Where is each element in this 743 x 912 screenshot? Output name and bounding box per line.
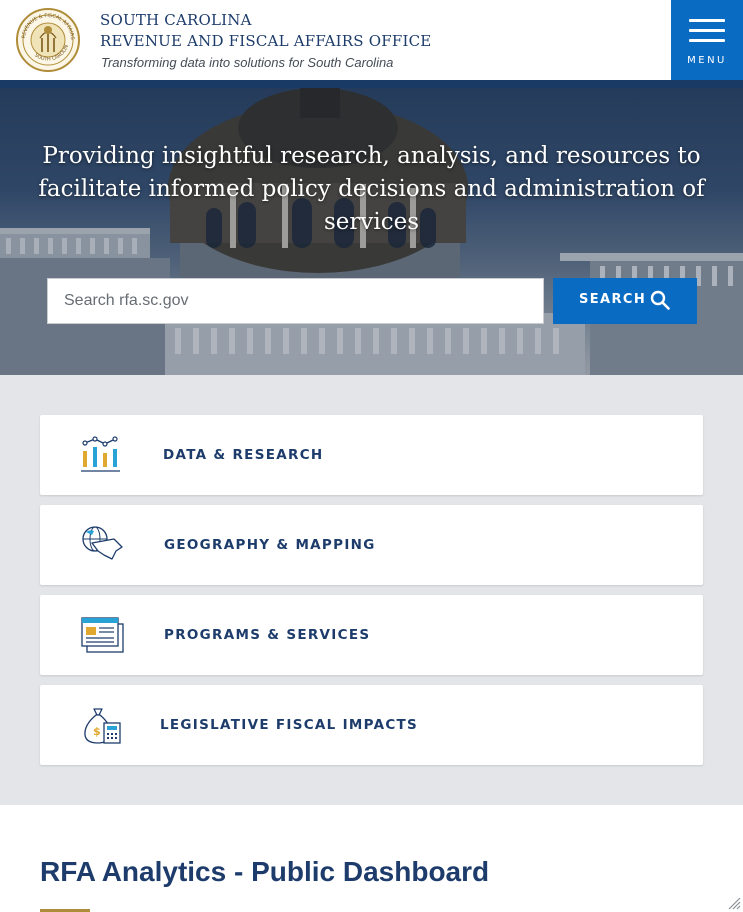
card-label: PROGRAMS & SERVICES <box>164 627 371 643</box>
site-tagline: Transforming data into solutions for Sou… <box>101 55 394 70</box>
documents-icon <box>81 617 124 653</box>
search-icon <box>650 290 670 310</box>
card-programs-services[interactable]: PROGRAMS & SERVICES <box>40 595 703 675</box>
resize-handle-icon[interactable] <box>727 896 741 910</box>
svg-text:$: $ <box>93 725 101 738</box>
site-header: REVENUE & FISCAL AFFAIRS OFFICE SOUTH CA… <box>0 0 743 80</box>
money-bag-calculator-icon: $ <box>84 708 121 744</box>
card-data-research[interactable]: DATA & RESEARCH <box>40 415 703 495</box>
header-divider <box>0 80 743 88</box>
state-seal-logo[interactable]: REVENUE & FISCAL AFFAIRS OFFICE SOUTH CA… <box>16 8 80 72</box>
menu-button[interactable]: MENU <box>671 0 743 80</box>
chart-icon <box>81 436 120 472</box>
search-button[interactable]: SEARCH <box>553 278 697 324</box>
site-search-input[interactable] <box>47 278 544 324</box>
hero-banner: Providing insightful research, analysis,… <box>0 88 743 375</box>
search-button-label: SEARCH <box>579 292 647 307</box>
card-legislative-fiscal-impacts[interactable]: $ LEGISLATIVE FISCAL IMPACTS <box>40 685 703 765</box>
dashboard-section-title: RFA Analytics - Public Dashboard <box>40 856 490 887</box>
quick-links-section: DATA & RESEARCH GEOGRAPHY & MAPPING PROG… <box>0 375 743 805</box>
card-geography-mapping[interactable]: GEOGRAPHY & MAPPING <box>40 505 703 585</box>
globe-map-icon <box>82 526 123 560</box>
org-name-state[interactable]: SOUTH CAROLINA <box>100 11 252 29</box>
hamburger-icon <box>689 19 725 22</box>
menu-label: MENU <box>687 55 727 66</box>
card-label: LEGISLATIVE FISCAL IMPACTS <box>160 717 419 733</box>
card-label: DATA & RESEARCH <box>163 447 324 463</box>
card-label: GEOGRAPHY & MAPPING <box>164 537 376 553</box>
org-name-office[interactable]: REVENUE AND FISCAL AFFAIRS OFFICE <box>100 32 431 50</box>
hero-heading: Providing insightful research, analysis,… <box>38 143 705 235</box>
